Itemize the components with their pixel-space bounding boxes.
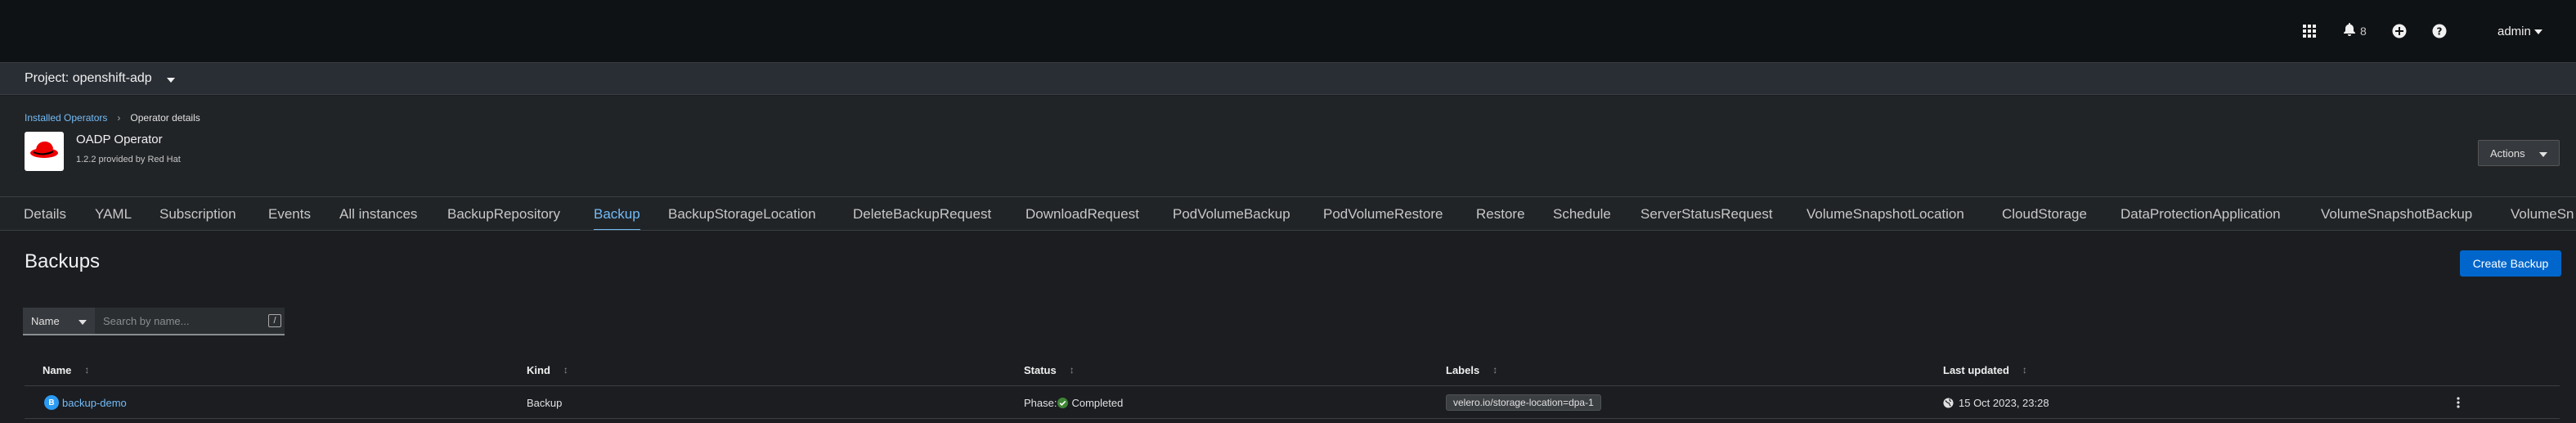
tab-backupstoragelocation[interactable]: BackupStorageLocation — [668, 197, 816, 230]
timestamp: 15 Oct 2023, 23:28 — [1959, 396, 2049, 409]
tab-all-instances[interactable]: All instances — [339, 197, 417, 230]
status-text: Completed — [1071, 396, 1124, 409]
redhat-logo-icon — [25, 132, 64, 171]
status-prefix: Phase: — [1024, 396, 1057, 409]
breadcrumb: Installed Operators › Operator details — [25, 112, 200, 124]
create-backup-button[interactable]: Create Backup — [2460, 250, 2561, 277]
caret-down-icon — [79, 315, 87, 327]
user-name: admin — [2497, 24, 2531, 38]
chevron-right-icon: › — [117, 112, 121, 124]
tab-volumesn[interactable]: VolumeSn — [2511, 197, 2574, 230]
globe-icon — [1943, 397, 1954, 408]
bell-icon — [2344, 22, 2355, 40]
tab-details[interactable]: Details — [24, 197, 66, 230]
tab-bar: Details YAML Subscription Events All ins… — [0, 196, 2576, 231]
project-selector[interactable]: Project: openshift-adp — [0, 62, 2576, 95]
table-row: B backup-demo Backup Phase: Completed ve… — [25, 386, 2560, 419]
operator-version: 1.2.2 provided by Red Hat — [76, 155, 181, 164]
cell-kind: Backup — [527, 396, 563, 409]
tab-cloudstorage[interactable]: CloudStorage — [2002, 197, 2087, 230]
sort-icon: ↕ — [563, 364, 568, 376]
sort-icon: ↕ — [2022, 364, 2027, 376]
backup-name-link[interactable]: backup-demo — [62, 397, 127, 409]
sort-icon: ↕ — [84, 364, 90, 376]
column-header-name[interactable]: Name ↕ — [43, 353, 89, 386]
masthead: 8 ? admin — [0, 0, 2576, 62]
actions-dropdown[interactable]: Actions — [2478, 140, 2560, 166]
resource-badge-icon: B — [44, 395, 59, 410]
tab-yaml[interactable]: YAML — [95, 197, 132, 230]
tab-volumesnapshotbackup[interactable]: VolumeSnapshotBackup — [2321, 197, 2472, 230]
tab-deletebackuprequest[interactable]: DeleteBackupRequest — [853, 197, 991, 230]
actions-label: Actions — [2490, 146, 2525, 160]
tab-restore[interactable]: Restore — [1476, 197, 1525, 230]
notifications-button[interactable]: 8 — [2344, 18, 2367, 44]
help-icon[interactable]: ? — [2432, 18, 2447, 44]
filter-toolbar: Name / — [23, 308, 285, 335]
tab-podvolumerestore[interactable]: PodVolumeRestore — [1323, 197, 1443, 230]
sort-icon: ↕ — [1492, 364, 1498, 376]
tab-serverstatusrequest[interactable]: ServerStatusRequest — [1640, 197, 1773, 230]
cell-status: Phase: Completed — [1024, 386, 1123, 419]
main-content: Backups Create Backup Name / Name ↕ Kind ↕… — [0, 231, 2576, 423]
cell-last-updated: 15 Oct 2023, 23:28 — [1943, 386, 2049, 419]
notification-count: 8 — [2360, 25, 2367, 38]
operator-header: Installed Operators › Operator details O… — [0, 96, 2576, 196]
tab-events[interactable]: Events — [268, 197, 311, 230]
cell-name: B backup-demo — [44, 386, 127, 419]
check-circle-icon — [1057, 397, 1069, 408]
caret-down-icon — [2533, 24, 2542, 38]
column-header-status[interactable]: Status ↕ — [1024, 353, 1075, 386]
column-header-labels[interactable]: Labels ↕ — [1446, 353, 1497, 386]
tab-volumesnapshotlocation[interactable]: VolumeSnapshotLocation — [1806, 197, 1964, 230]
column-label: Kind — [527, 363, 550, 376]
tab-podvolumebackup[interactable]: PodVolumeBackup — [1173, 197, 1290, 230]
operator-name: OADP Operator — [76, 133, 163, 146]
svg-text:?: ? — [2437, 26, 2443, 38]
sort-icon: ↕ — [1069, 364, 1075, 376]
column-label: Last updated — [1943, 363, 2009, 376]
table-header: Name ↕ Kind ↕ Status ↕ Labels ↕ Last updated… — [25, 353, 2560, 386]
breadcrumb-current: Operator details — [130, 112, 200, 124]
column-header-last-updated[interactable]: Last updated ↕ — [1943, 353, 2027, 386]
column-label: Labels — [1446, 363, 1480, 376]
search-input[interactable] — [95, 308, 285, 334]
page-title: Backups — [25, 250, 101, 272]
caret-down-icon — [166, 72, 175, 85]
label-chip[interactable]: velero.io/storage-location=dpa-1 — [1446, 394, 1601, 411]
column-label: Name — [43, 363, 72, 376]
cell-labels: velero.io/storage-location=dpa-1 — [1446, 386, 1601, 419]
tab-downloadrequest[interactable]: DownloadRequest — [1025, 197, 1139, 230]
row-actions-kebab-icon[interactable] — [2450, 386, 2466, 419]
tab-backuprepository[interactable]: BackupRepository — [447, 197, 560, 230]
filter-type-select[interactable]: Name — [23, 308, 95, 334]
caret-down-icon — [2539, 147, 2547, 160]
tab-schedule[interactable]: Schedule — [1553, 197, 1611, 230]
column-label: Status — [1024, 363, 1057, 376]
user-menu[interactable]: admin — [2497, 18, 2542, 44]
app-launcher-icon[interactable] — [2303, 18, 2316, 44]
breadcrumb-installed-operators[interactable]: Installed Operators — [25, 112, 107, 124]
tab-dataprotectionapplication[interactable]: DataProtectionApplication — [2120, 197, 2281, 230]
filter-type-value: Name — [31, 314, 60, 327]
project-label: Project: openshift-adp — [25, 71, 152, 85]
add-icon[interactable] — [2392, 18, 2407, 44]
keyboard-shortcut-hint: / — [268, 314, 281, 327]
tab-backup[interactable]: Backup — [594, 197, 640, 230]
column-header-kind[interactable]: Kind ↕ — [527, 353, 568, 386]
tab-subscription[interactable]: Subscription — [159, 197, 236, 230]
